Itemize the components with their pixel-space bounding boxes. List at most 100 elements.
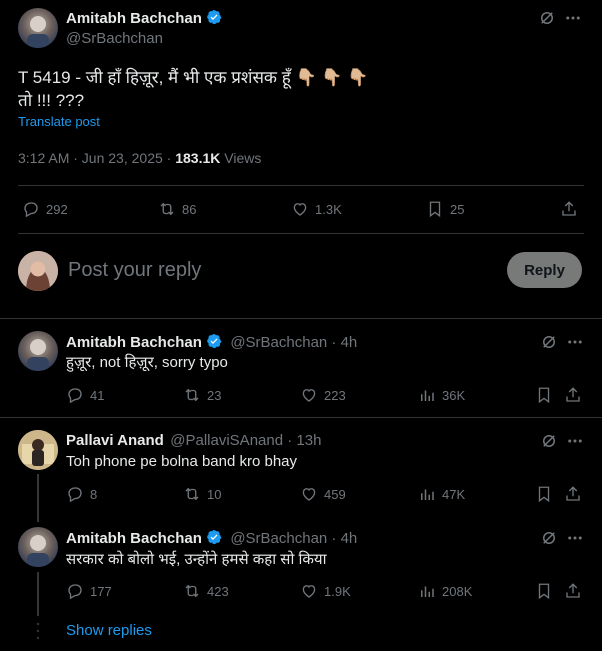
post-text-line2: तो !!! ??? <box>18 91 85 110</box>
divider <box>0 318 602 319</box>
views-button[interactable]: 208K <box>418 582 472 600</box>
author-name[interactable]: Amitabh Bachchan <box>66 10 202 27</box>
thread-line <box>37 572 39 616</box>
repost-button[interactable]: 10 <box>183 485 221 503</box>
views-label: Views <box>220 150 262 166</box>
bookmark-icon <box>538 583 550 600</box>
reply-avatar[interactable] <box>18 527 58 567</box>
like-count: 1.3K <box>315 201 342 217</box>
author-header: Amitabh Bachchan <box>66 9 222 28</box>
reply-author-handle[interactable]: @SrBachchan · 4h <box>230 530 357 547</box>
bookmark-button[interactable]: 25 <box>426 200 464 218</box>
grok-icon[interactable] <box>540 333 558 356</box>
repost-icon <box>185 584 199 598</box>
author-handle[interactable]: @SrBachchan <box>66 30 163 47</box>
like-button[interactable]: 1.9K <box>300 582 351 600</box>
grok-icon[interactable] <box>540 432 558 455</box>
verified-icon <box>207 333 222 349</box>
post-meta: 3:12 AM · Jun 23, 2025 · 183.1K Views <box>18 150 261 166</box>
views-count: 36K <box>442 387 466 403</box>
share-icon <box>566 486 580 501</box>
user-avatar[interactable] <box>18 251 58 291</box>
reply-button[interactable]: 292 <box>22 200 68 218</box>
reply-author-handle[interactable]: @PallaviSAnand · 13h <box>170 432 321 449</box>
reply-header: Pallavi Anand @PallaviSAnand · 13h <box>66 432 321 450</box>
share-icon <box>566 583 580 598</box>
reply-count: 292 <box>46 201 68 217</box>
divider <box>18 185 584 186</box>
heart-icon <box>293 203 307 216</box>
reply-author-handle[interactable]: @SrBachchan · 4h <box>230 334 357 351</box>
bookmark-button[interactable] <box>535 485 553 503</box>
reply-author-name[interactable]: Amitabh Bachchan <box>66 530 202 547</box>
views-button[interactable]: 36K <box>418 386 465 404</box>
verified-icon <box>207 529 222 545</box>
heart-icon <box>302 389 316 402</box>
reply-count: 8 <box>90 486 98 502</box>
bookmark-icon <box>429 201 441 218</box>
views-button[interactable]: 47K <box>418 485 465 503</box>
bookmark-button[interactable] <box>535 582 553 600</box>
post-timestamp[interactable]: 3:12 AM · Jun 23, 2025 · <box>18 150 175 166</box>
repost-count: 86 <box>182 201 197 217</box>
analytics-icon <box>421 586 434 597</box>
views-count: 47K <box>442 486 466 502</box>
reply-text: सरकार को बोलो भई, उन्होंने हमसे कहा सो क… <box>66 551 327 568</box>
reply-button[interactable]: 8 <box>66 485 97 503</box>
author-avatar[interactable] <box>18 8 58 48</box>
repost-count: 423 <box>207 583 229 599</box>
repost-count: 10 <box>207 486 222 502</box>
repost-button[interactable]: 86 <box>158 200 196 218</box>
analytics-icon <box>421 489 434 500</box>
more-options-icon[interactable] <box>566 432 584 455</box>
reply-author-name[interactable]: Pallavi Anand <box>66 432 164 449</box>
reply-avatar[interactable] <box>18 331 58 371</box>
reply-text: हुज़ूर, not हिज़ूर, sorry typo <box>66 354 228 371</box>
reply-icon <box>68 487 82 503</box>
show-replies-link[interactable]: Show replies <box>66 622 152 639</box>
repost-button[interactable]: 423 <box>183 582 229 600</box>
like-button[interactable]: 459 <box>300 485 346 503</box>
more-options-icon[interactable] <box>566 333 584 356</box>
divider <box>18 233 584 234</box>
repost-icon <box>185 487 199 501</box>
bookmark-button[interactable] <box>535 386 553 404</box>
reply-icon <box>68 584 82 600</box>
analytics-icon <box>421 390 434 401</box>
share-button[interactable] <box>564 386 582 404</box>
more-options-icon[interactable] <box>566 529 584 552</box>
more-options-icon[interactable] <box>564 9 582 32</box>
reply-submit-button[interactable]: Reply <box>507 252 582 288</box>
share-button[interactable] <box>564 485 582 503</box>
share-button[interactable] <box>560 200 578 218</box>
bookmark-count: 25 <box>450 201 465 217</box>
translate-post-link[interactable]: Translate post <box>18 114 100 129</box>
reply-button[interactable]: 41 <box>66 386 104 404</box>
like-button[interactable]: 223 <box>300 386 346 404</box>
thread-line <box>37 474 39 522</box>
post-text-line1: T 5419 - जी हाँ हिज़ूर, मैं भी एक प्रशंस… <box>18 68 369 87</box>
grok-icon[interactable] <box>540 529 558 552</box>
reply-button[interactable]: 177 <box>66 582 112 600</box>
reply-icon <box>68 388 82 404</box>
bookmark-icon <box>538 486 550 503</box>
share-icon <box>566 387 580 402</box>
reply-count: 177 <box>90 583 112 599</box>
repost-button[interactable]: 23 <box>183 386 221 404</box>
heart-icon <box>302 585 316 598</box>
reply-author-name[interactable]: Amitabh Bachchan <box>66 334 202 351</box>
reply-input[interactable]: Post your reply <box>68 259 201 282</box>
bookmark-icon <box>538 387 550 404</box>
views-count: 208K <box>442 583 473 599</box>
reply-count: 41 <box>90 387 105 403</box>
views-count: 183.1K <box>175 150 221 166</box>
grok-icon[interactable] <box>538 9 556 32</box>
share-button[interactable] <box>564 582 582 600</box>
repost-icon <box>185 388 199 402</box>
reply-icon <box>24 202 38 218</box>
repost-count: 23 <box>207 387 222 403</box>
like-button[interactable]: 1.3K <box>291 200 342 218</box>
reply-avatar[interactable] <box>18 430 58 470</box>
repost-icon <box>160 202 174 216</box>
thread-dots <box>36 621 40 641</box>
